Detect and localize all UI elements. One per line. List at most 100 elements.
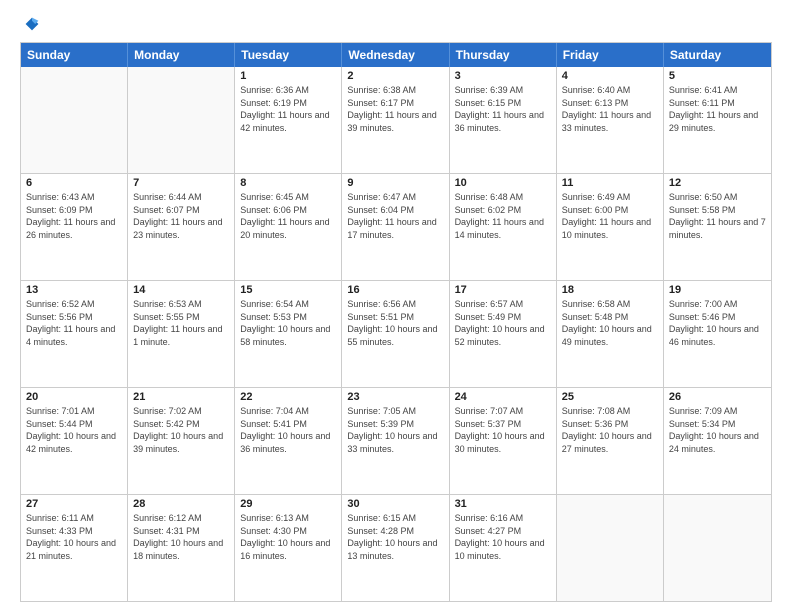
calendar-cell: 2 Sunrise: 6:38 AM Sunset: 6:17 PM Daylig… [342,67,449,173]
page: SundayMondayTuesdayWednesdayThursdayFrid… [0,0,792,612]
day-number: 14 [133,284,229,296]
day-number: 27 [26,498,122,510]
cell-info: Sunrise: 7:08 AM Sunset: 5:36 PM Dayligh… [562,405,658,455]
day-number: 19 [669,284,766,296]
calendar-cell: 28 Sunrise: 6:12 AM Sunset: 4:31 PM Dayli… [128,495,235,601]
calendar-cell: 23 Sunrise: 7:05 AM Sunset: 5:39 PM Dayli… [342,388,449,494]
day-number: 22 [240,391,336,403]
day-number: 17 [455,284,551,296]
calendar-cell: 5 Sunrise: 6:41 AM Sunset: 6:11 PM Daylig… [664,67,771,173]
day-number: 7 [133,177,229,189]
day-number: 25 [562,391,658,403]
day-number: 4 [562,70,658,82]
weekday-header: Sunday [21,43,128,67]
calendar-row: 6 Sunrise: 6:43 AM Sunset: 6:09 PM Daylig… [21,173,771,280]
day-number: 8 [240,177,336,189]
cell-info: Sunrise: 6:13 AM Sunset: 4:30 PM Dayligh… [240,512,336,562]
day-number: 15 [240,284,336,296]
calendar-cell: 10Sunrise: 6:48 AM Sunset: 6:02 PM Dayli… [450,174,557,280]
calendar-cell: 16 Sunrise: 6:56 AM Sunset: 5:51 PM Dayli… [342,281,449,387]
cell-info: Sunrise: 7:07 AM Sunset: 5:37 PM Dayligh… [455,405,551,455]
day-number: 13 [26,284,122,296]
calendar-cell: 3 Sunrise: 6:39 AM Sunset: 6:15 PM Daylig… [450,67,557,173]
calendar-cell: 29 Sunrise: 6:13 AM Sunset: 4:30 PM Dayli… [235,495,342,601]
cell-info: Sunrise: 6:11 AM Sunset: 4:33 PM Dayligh… [26,512,122,562]
calendar-row: 1 Sunrise: 6:36 AM Sunset: 6:19 PM Daylig… [21,67,771,173]
cell-info: Sunrise: 6:39 AM Sunset: 6:15 PM Dayligh… [455,84,551,134]
cell-info: Sunrise: 6:12 AM Sunset: 4:31 PM Dayligh… [133,512,229,562]
calendar-cell: 26Sunrise: 7:09 AM Sunset: 5:34 PM Dayli… [664,388,771,494]
cell-info: Sunrise: 6:50 AM Sunset: 5:58 PM Dayligh… [669,191,766,241]
calendar-row: 27 Sunrise: 6:11 AM Sunset: 4:33 PM Dayli… [21,494,771,601]
day-number: 9 [347,177,443,189]
calendar-cell: 6 Sunrise: 6:43 AM Sunset: 6:09 PM Daylig… [21,174,128,280]
calendar-cell: 11Sunrise: 6:49 AM Sunset: 6:00 PM Dayli… [557,174,664,280]
cell-info: Sunrise: 6:36 AM Sunset: 6:19 PM Dayligh… [240,84,336,134]
day-number: 31 [455,498,551,510]
calendar-cell: 12Sunrise: 6:50 AM Sunset: 5:58 PM Dayli… [664,174,771,280]
calendar-cell: 9 Sunrise: 6:47 AM Sunset: 6:04 PM Daylig… [342,174,449,280]
calendar-row: 20 Sunrise: 7:01 AM Sunset: 5:44 PM Dayli… [21,387,771,494]
cell-info: Sunrise: 6:58 AM Sunset: 5:48 PM Dayligh… [562,298,658,348]
calendar-cell: 4 Sunrise: 6:40 AM Sunset: 6:13 PM Daylig… [557,67,664,173]
header [20,16,772,32]
calendar-cell: 7 Sunrise: 6:44 AM Sunset: 6:07 PM Daylig… [128,174,235,280]
calendar-body: 1 Sunrise: 6:36 AM Sunset: 6:19 PM Daylig… [21,67,771,601]
weekday-header: Friday [557,43,664,67]
weekday-header: Tuesday [235,43,342,67]
calendar-header: SundayMondayTuesdayWednesdayThursdayFrid… [21,43,771,67]
calendar-cell: 13 Sunrise: 6:52 AM Sunset: 5:56 PM Dayli… [21,281,128,387]
calendar-cell: 15 Sunrise: 6:54 AM Sunset: 5:53 PM Dayli… [235,281,342,387]
calendar-cell [557,495,664,601]
cell-info: Sunrise: 7:04 AM Sunset: 5:41 PM Dayligh… [240,405,336,455]
calendar-cell: 27 Sunrise: 6:11 AM Sunset: 4:33 PM Dayli… [21,495,128,601]
calendar-cell: 31 Sunrise: 6:16 AM Sunset: 4:27 PM Dayli… [450,495,557,601]
day-number: 3 [455,70,551,82]
day-number: 6 [26,177,122,189]
day-number: 23 [347,391,443,403]
day-number: 28 [133,498,229,510]
day-number: 1 [240,70,336,82]
cell-info: Sunrise: 7:00 AM Sunset: 5:46 PM Dayligh… [669,298,766,348]
logo-icon [24,16,40,32]
cell-info: Sunrise: 6:57 AM Sunset: 5:49 PM Dayligh… [455,298,551,348]
calendar-cell [21,67,128,173]
cell-info: Sunrise: 6:56 AM Sunset: 5:51 PM Dayligh… [347,298,443,348]
cell-info: Sunrise: 6:38 AM Sunset: 6:17 PM Dayligh… [347,84,443,134]
cell-info: Sunrise: 6:15 AM Sunset: 4:28 PM Dayligh… [347,512,443,562]
day-number: 20 [26,391,122,403]
day-number: 29 [240,498,336,510]
cell-info: Sunrise: 6:44 AM Sunset: 6:07 PM Dayligh… [133,191,229,241]
day-number: 18 [562,284,658,296]
day-number: 16 [347,284,443,296]
calendar-cell: 17 Sunrise: 6:57 AM Sunset: 5:49 PM Dayli… [450,281,557,387]
cell-info: Sunrise: 6:49 AM Sunset: 6:00 PM Dayligh… [562,191,658,241]
cell-info: Sunrise: 6:16 AM Sunset: 4:27 PM Dayligh… [455,512,551,562]
calendar-cell [128,67,235,173]
cell-info: Sunrise: 7:09 AM Sunset: 5:34 PM Dayligh… [669,405,766,455]
weekday-header: Saturday [664,43,771,67]
calendar-cell: 18 Sunrise: 6:58 AM Sunset: 5:48 PM Dayli… [557,281,664,387]
calendar-cell: 24Sunrise: 7:07 AM Sunset: 5:37 PM Dayli… [450,388,557,494]
calendar-cell: 14Sunrise: 6:53 AM Sunset: 5:55 PM Dayli… [128,281,235,387]
calendar: SundayMondayTuesdayWednesdayThursdayFrid… [20,42,772,602]
cell-info: Sunrise: 6:41 AM Sunset: 6:11 PM Dayligh… [669,84,766,134]
cell-info: Sunrise: 7:05 AM Sunset: 5:39 PM Dayligh… [347,405,443,455]
logo [20,16,40,32]
day-number: 2 [347,70,443,82]
cell-info: Sunrise: 6:52 AM Sunset: 5:56 PM Dayligh… [26,298,122,348]
calendar-cell: 25 Sunrise: 7:08 AM Sunset: 5:36 PM Dayli… [557,388,664,494]
cell-info: Sunrise: 7:01 AM Sunset: 5:44 PM Dayligh… [26,405,122,455]
day-number: 5 [669,70,766,82]
cell-info: Sunrise: 6:45 AM Sunset: 6:06 PM Dayligh… [240,191,336,241]
cell-info: Sunrise: 7:02 AM Sunset: 5:42 PM Dayligh… [133,405,229,455]
weekday-header: Wednesday [342,43,449,67]
calendar-cell: 8 Sunrise: 6:45 AM Sunset: 6:06 PM Daylig… [235,174,342,280]
weekday-header: Monday [128,43,235,67]
cell-info: Sunrise: 6:43 AM Sunset: 6:09 PM Dayligh… [26,191,122,241]
calendar-cell: 22 Sunrise: 7:04 AM Sunset: 5:41 PM Dayli… [235,388,342,494]
cell-info: Sunrise: 6:40 AM Sunset: 6:13 PM Dayligh… [562,84,658,134]
cell-info: Sunrise: 6:47 AM Sunset: 6:04 PM Dayligh… [347,191,443,241]
cell-info: Sunrise: 6:54 AM Sunset: 5:53 PM Dayligh… [240,298,336,348]
calendar-cell: 20 Sunrise: 7:01 AM Sunset: 5:44 PM Dayli… [21,388,128,494]
